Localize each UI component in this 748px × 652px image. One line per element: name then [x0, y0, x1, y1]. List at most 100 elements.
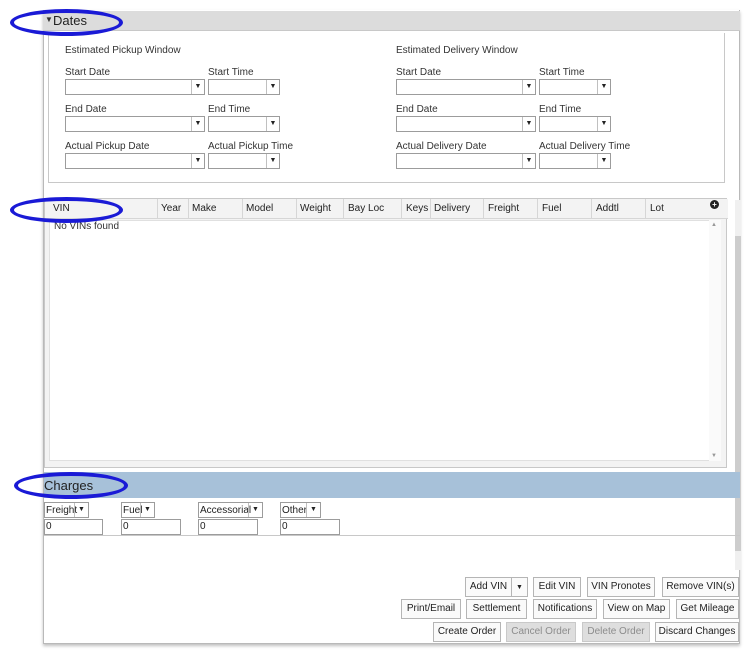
- column-model[interactable]: Model: [246, 203, 273, 214]
- chevron-down-icon[interactable]: ▼: [191, 117, 204, 131]
- plus-circle-icon[interactable]: +: [710, 200, 719, 209]
- delivery-end-date-select[interactable]: ▼: [396, 116, 536, 132]
- column-divider: [157, 199, 158, 219]
- actual-pickup-time-select[interactable]: ▼: [208, 153, 280, 169]
- pickup-start-time-label: Start Time: [208, 67, 254, 78]
- chevron-down-icon[interactable]: ▼: [266, 154, 279, 168]
- other-charge-input[interactable]: 0: [280, 519, 340, 535]
- pickup-end-date-select[interactable]: ▼: [65, 116, 205, 132]
- pickup-end-time-label: End Time: [208, 104, 251, 115]
- view-on-map-button[interactable]: View on Map: [603, 599, 670, 619]
- fuel-charge-input[interactable]: 0: [121, 519, 181, 535]
- actual-delivery-date-label: Actual Delivery Date: [396, 141, 487, 152]
- delivery-start-time-label: Start Time: [539, 67, 585, 78]
- chevron-down-icon[interactable]: ▼: [306, 503, 320, 517]
- delivery-start-date-select[interactable]: ▼: [396, 79, 536, 95]
- column-weight[interactable]: Weight: [300, 203, 331, 214]
- caret-down-icon[interactable]: ▼: [45, 15, 53, 24]
- column-keys[interactable]: Keys: [406, 203, 428, 214]
- vin-grid-scrollbar[interactable]: ▲ ▼: [709, 220, 721, 461]
- discard-changes-button[interactable]: Discard Changes: [655, 622, 739, 642]
- column-year[interactable]: Year: [161, 203, 181, 214]
- chevron-down-icon[interactable]: ▼: [266, 117, 279, 131]
- vin-grid-header: VIN Year Make Model Weight Bay Loc Keys …: [45, 199, 728, 219]
- column-freight[interactable]: Freight: [488, 203, 519, 214]
- freight-charge-type-select[interactable]: Freight ▼: [44, 502, 89, 518]
- charges-title: Charges: [44, 478, 94, 493]
- pickup-start-date-label: Start Date: [65, 67, 111, 78]
- cancel-order-button[interactable]: Cancel Order: [506, 622, 576, 642]
- create-order-button[interactable]: Create Order: [433, 622, 501, 642]
- actual-delivery-time-label: Actual Delivery Time: [539, 141, 631, 152]
- column-divider: [430, 199, 431, 219]
- chevron-down-icon[interactable]: ▼: [140, 503, 154, 517]
- chevron-down-icon[interactable]: ▼: [597, 154, 610, 168]
- freight-charge-label: Freight: [46, 505, 78, 516]
- settlement-button[interactable]: Settlement: [466, 599, 527, 619]
- delivery-start-time-select[interactable]: ▼: [539, 79, 611, 95]
- other-charge-label: Other: [282, 505, 308, 516]
- pickup-end-date-label: End Date: [65, 104, 107, 115]
- column-divider: [483, 199, 484, 219]
- accessorial-charge-type-select[interactable]: Accessorial ▼: [198, 502, 263, 518]
- actual-pickup-date-select[interactable]: ▼: [65, 153, 205, 169]
- edit-vin-button[interactable]: Edit VIN: [533, 577, 581, 597]
- actual-pickup-date-label: Actual Pickup Date: [65, 141, 150, 152]
- dates-section-body: Estimated Pickup Window Start Date Start…: [48, 33, 725, 183]
- column-fuel[interactable]: Fuel: [542, 203, 561, 214]
- add-vin-button[interactable]: Add VIN: [465, 577, 512, 597]
- add-vin-menu-button[interactable]: ▼: [511, 577, 528, 597]
- column-divider: [591, 199, 592, 219]
- chevron-down-icon[interactable]: ▼: [191, 154, 204, 168]
- column-vin[interactable]: VIN: [53, 203, 70, 214]
- column-lot[interactable]: Lot: [650, 203, 664, 214]
- column-divider: [296, 199, 297, 219]
- dates-title: Dates: [53, 13, 87, 28]
- delete-order-button[interactable]: Delete Order: [582, 622, 650, 642]
- chevron-down-icon[interactable]: ▼: [597, 80, 610, 94]
- column-bay-loc[interactable]: Bay Loc: [348, 203, 384, 214]
- chevron-down-icon[interactable]: ▼: [522, 117, 535, 131]
- accessorial-charge-input[interactable]: 0: [198, 519, 258, 535]
- fuel-charge-type-select[interactable]: Fuel ▼: [121, 502, 155, 518]
- charges-section-header: Charges: [44, 472, 740, 498]
- pickup-end-time-select[interactable]: ▼: [208, 116, 280, 132]
- vin-pronotes-button[interactable]: VIN Pronotes: [587, 577, 655, 597]
- scroll-down-icon[interactable]: ▼: [711, 453, 717, 459]
- pickup-start-time-select[interactable]: ▼: [208, 79, 280, 95]
- column-divider: [343, 199, 344, 219]
- freight-charge-input[interactable]: 0: [44, 519, 103, 535]
- vin-grid: VIN Year Make Model Weight Bay Loc Keys …: [44, 198, 728, 468]
- actual-pickup-time-label: Actual Pickup Time: [208, 141, 294, 152]
- get-mileage-button[interactable]: Get Mileage: [676, 599, 739, 619]
- column-addtl[interactable]: Addtl: [596, 203, 619, 214]
- chevron-down-icon[interactable]: ▼: [74, 503, 88, 517]
- print-email-button[interactable]: Print/Email: [401, 599, 461, 619]
- delivery-window-label: Estimated Delivery Window: [396, 45, 518, 56]
- actual-delivery-time-select[interactable]: ▼: [539, 153, 611, 169]
- delivery-end-date-label: End Date: [396, 104, 438, 115]
- chevron-down-icon[interactable]: ▼: [266, 80, 279, 94]
- pickup-start-date-select[interactable]: ▼: [65, 79, 205, 95]
- delivery-end-time-label: End Time: [539, 104, 582, 115]
- chevron-down-icon[interactable]: ▼: [522, 154, 535, 168]
- column-divider: [188, 199, 189, 219]
- actual-delivery-date-select[interactable]: ▼: [396, 153, 536, 169]
- vin-grid-body: No VINs found: [49, 220, 711, 461]
- chevron-down-icon[interactable]: ▼: [248, 503, 262, 517]
- dates-section-header[interactable]: ▼ Dates: [43, 11, 740, 31]
- remove-vins-button[interactable]: Remove VIN(s): [662, 577, 739, 597]
- accessorial-charge-label: Accessorial: [200, 505, 252, 516]
- column-delivery[interactable]: Delivery: [434, 203, 470, 214]
- column-divider: [645, 199, 646, 219]
- delivery-end-time-select[interactable]: ▼: [539, 116, 611, 132]
- chevron-down-icon[interactable]: ▼: [597, 117, 610, 131]
- scroll-up-icon[interactable]: ▲: [711, 222, 717, 228]
- column-make[interactable]: Make: [192, 203, 216, 214]
- charges-section-body: Freight ▼ 0 Fuel ▼ 0 Accessorial ▼ 0 Oth…: [44, 498, 740, 536]
- notifications-button[interactable]: Notifications: [533, 599, 597, 619]
- column-divider: [401, 199, 402, 219]
- chevron-down-icon[interactable]: ▼: [191, 80, 204, 94]
- chevron-down-icon[interactable]: ▼: [522, 80, 535, 94]
- other-charge-type-select[interactable]: Other ▼: [280, 502, 321, 518]
